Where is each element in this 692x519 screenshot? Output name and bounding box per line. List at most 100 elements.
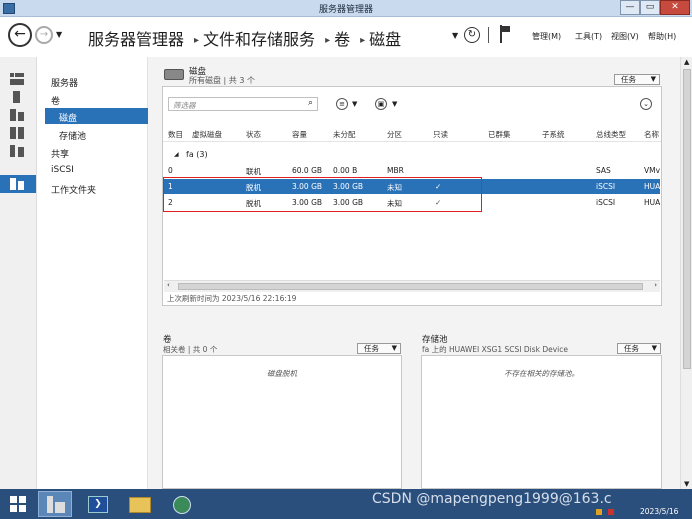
clock-date[interactable]: 2023/5/16 <box>640 507 678 516</box>
column-header-unallocated[interactable]: 未分配 <box>333 129 356 140</box>
list-options-icon[interactable]: ≡ <box>336 98 348 110</box>
scrollbar-thumb[interactable] <box>178 283 643 290</box>
local-server-icon[interactable] <box>13 91 20 103</box>
start-button[interactable] <box>2 491 36 517</box>
chevron-down-icon: ▼ <box>651 344 657 352</box>
globe-icon <box>173 496 191 514</box>
horizontal-scrollbar[interactable]: ‹ › <box>164 280 660 292</box>
volumes-tasks-button[interactable]: 任务 ▼ <box>357 343 401 354</box>
filter-placeholder: 筛选器 <box>173 101 196 110</box>
folder-icon <box>129 497 151 513</box>
all-servers-icon[interactable] <box>10 109 24 121</box>
column-header-subsystem[interactable]: 子系统 <box>542 129 565 140</box>
icon-column <box>0 57 37 489</box>
tray-flag-icon[interactable] <box>596 509 602 515</box>
sidebar-item-work-folders[interactable]: 工作文件夹 <box>51 183 96 196</box>
cell-bus-type: iSCSI <box>596 182 616 191</box>
cell-capacity: 60.0 GB <box>292 166 323 175</box>
cell-bus-type: iSCSI <box>596 198 616 207</box>
table-row[interactable]: 0 联机 60.0 GB 0.00 B MBR SAS VMv <box>164 163 660 178</box>
sidebar-item-iscsi[interactable]: iSCSI <box>51 165 74 175</box>
chevron-down-icon[interactable]: ▼ <box>392 100 397 108</box>
cell-status: 联机 <box>246 167 261 176</box>
taskbar-powershell[interactable]: ❯ <box>80 491 114 517</box>
pools-panel: 不存在相关的存储池。 <box>421 355 662 489</box>
pools-empty-text: 不存在相关的存储池。 <box>504 369 579 378</box>
expand-icon[interactable]: ⌄ <box>640 98 652 110</box>
taskbar: ❯ CSDN @mapengpeng1999@163.c 2023/5/16 <box>0 489 692 519</box>
breadcrumb-server-manager[interactable]: 服务器管理器 <box>88 30 184 49</box>
dashboard-icon[interactable] <box>10 73 24 85</box>
server-manager-icon <box>47 496 65 513</box>
sidebar-item-volumes[interactable]: 卷 <box>51 94 60 107</box>
group-header[interactable]: fa (3) <box>186 150 208 159</box>
taskbar-server-manager[interactable] <box>38 491 72 517</box>
vertical-scrollbar[interactable]: ▲ ▼ <box>680 57 692 489</box>
disks-tasks-button[interactable]: 任务 ▼ <box>614 74 660 85</box>
cell-name: VMv <box>644 166 661 175</box>
taskbar-network[interactable] <box>164 491 198 517</box>
taskbar-file-explorer[interactable] <box>122 491 156 517</box>
column-header-name[interactable]: 名称 <box>644 129 659 140</box>
collapse-group-icon[interactable]: ◢ <box>174 151 179 158</box>
menu-view[interactable]: 视图(V) <box>611 31 639 42</box>
breadcrumb-separator-icon: ▸ <box>360 35 366 46</box>
breadcrumb-volumes[interactable]: 卷 <box>334 30 350 49</box>
sidebar-item-servers[interactable]: 服务器 <box>51 76 78 89</box>
cell-name: HUA <box>644 182 661 191</box>
restore-button[interactable]: ▭ <box>640 0 660 15</box>
close-button[interactable]: ✕ <box>660 0 690 15</box>
column-header-clustered[interactable]: 已群集 <box>488 129 511 140</box>
breadcrumb-disks: 磁盘 <box>369 30 402 49</box>
column-header-virtual-disk[interactable]: 虚拟磁盘 <box>192 129 222 140</box>
dns-icon[interactable] <box>10 145 24 157</box>
tasks-label: 任务 <box>621 75 636 84</box>
column-header-capacity[interactable]: 容量 <box>292 129 307 140</box>
breadcrumb-separator-icon: ▸ <box>194 35 200 46</box>
cell-number: 0 <box>168 166 173 175</box>
back-button[interactable]: ← <box>8 23 32 47</box>
save-query-icon[interactable]: ▣ <box>375 98 387 110</box>
search-icon: ⌕ <box>307 98 313 108</box>
cell-bus-type: SAS <box>596 166 611 175</box>
title-bar: 服务器管理器 — ▭ ✕ <box>0 0 692 17</box>
ad-ds-icon[interactable] <box>10 127 24 139</box>
history-dropdown-icon[interactable]: ▼ <box>56 30 62 39</box>
tasks-label: 任务 <box>624 344 639 353</box>
cell-unallocated: 0.00 B <box>333 166 358 175</box>
column-header-bus-type[interactable]: 总线类型 <box>596 129 626 140</box>
menu-tools[interactable]: 工具(T) <box>575 31 602 42</box>
column-header-partition[interactable]: 分区 <box>387 129 402 140</box>
refresh-icon[interactable]: ↻ <box>464 27 480 43</box>
chevron-down-icon[interactable]: ▼ <box>352 100 357 108</box>
windows-logo-icon <box>10 496 26 512</box>
notifications-flag-icon[interactable] <box>500 25 510 43</box>
tray-network-icon[interactable] <box>608 509 614 515</box>
breadcrumb-file-storage[interactable]: 文件和存储服务 <box>203 30 315 49</box>
filter-input[interactable]: 筛选器 ⌕ <box>168 97 318 111</box>
scroll-right-icon[interactable]: › <box>654 281 657 289</box>
tasks-label: 任务 <box>364 344 379 353</box>
last-refresh-text: 上次刷新时间为 2023/5/16 22:16:19 <box>167 294 297 303</box>
file-storage-icon[interactable] <box>10 178 24 190</box>
scrollbar-thumb[interactable] <box>683 69 691 369</box>
column-header-status[interactable]: 状态 <box>246 129 261 140</box>
minimize-button[interactable]: — <box>620 0 640 15</box>
chevron-down-icon: ▼ <box>650 75 656 83</box>
sidebar-item-storage-pools[interactable]: 存储池 <box>59 129 86 142</box>
breadcrumb-separator-icon: ▸ <box>325 35 331 46</box>
scroll-left-icon[interactable]: ‹ <box>167 281 170 289</box>
highlight-box <box>163 177 482 212</box>
cell-partition: MBR <box>387 166 404 175</box>
column-header-number[interactable]: 数目 <box>168 129 183 140</box>
scroll-up-icon[interactable]: ▲ <box>684 58 689 66</box>
sidebar-item-shares[interactable]: 共享 <box>51 147 69 160</box>
forward-button[interactable]: → <box>35 26 53 44</box>
scroll-down-icon[interactable]: ▼ <box>684 480 689 488</box>
chevron-down-icon: ▼ <box>391 344 397 352</box>
pools-tasks-button[interactable]: 任务 ▼ <box>617 343 661 354</box>
menu-manage[interactable]: 管理(M) <box>532 31 561 42</box>
menu-help[interactable]: 帮助(H) <box>648 31 676 42</box>
column-header-readonly[interactable]: 只读 <box>433 129 448 140</box>
dropdown-icon[interactable]: ▼ <box>452 31 458 40</box>
